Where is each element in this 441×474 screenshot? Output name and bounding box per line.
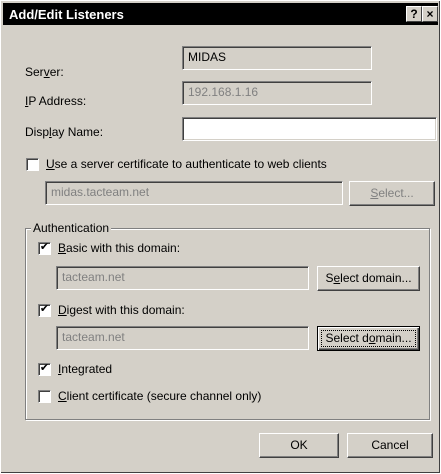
question-mark-icon: ? (410, 7, 418, 21)
basic-auth-label: Basic with this domain: (58, 241, 181, 255)
dialog-window: Add/Edit Listeners ? × Server: MIDAS IP … (0, 0, 441, 474)
integrated-auth-label: Integrated (58, 362, 113, 376)
server-certificate-checkbox[interactable] (26, 158, 39, 171)
server-label: Server: (25, 65, 64, 79)
client-certificate-label: Client certificate (secure channel only) (58, 389, 262, 403)
help-button[interactable]: ? (406, 6, 422, 22)
title-bar[interactable]: Add/Edit Listeners ? × (3, 3, 438, 25)
display-name-input[interactable] (182, 117, 437, 141)
select-certificate-button[interactable]: Select... (349, 181, 435, 206)
integrated-auth-checkbox[interactable]: ✔ (38, 362, 51, 376)
digest-auth-checkbox[interactable]: ✔ (38, 303, 51, 317)
digest-domain-field: tacteam.net (56, 326, 309, 350)
digest-auth-label: Digest with this domain: (58, 303, 185, 317)
server-field: MIDAS (182, 46, 372, 70)
basic-auth-checkbox[interactable]: ✔ (38, 241, 51, 255)
focus-ring (321, 330, 416, 347)
authentication-group-title: Authentication (31, 221, 112, 235)
ip-address-label: IP Address: (25, 94, 87, 108)
close-icon: × (426, 7, 434, 21)
client-certificate-checkbox[interactable] (38, 390, 51, 403)
basic-select-domain-button[interactable]: Select domain... (317, 266, 420, 291)
certificate-name-field: midas.tacteam.net (45, 181, 343, 205)
digest-select-domain-button[interactable]: Select domain... (317, 326, 420, 351)
ok-button[interactable]: OK (259, 433, 339, 458)
checkmark-icon: ✔ (39, 303, 50, 315)
checkmark-icon: ✔ (39, 362, 50, 374)
dialog-title: Add/Edit Listeners (9, 7, 124, 22)
server-certificate-label: Use a server certificate to authenticate… (46, 157, 327, 171)
cancel-button[interactable]: Cancel (347, 433, 433, 458)
display-name-label: Display Name: (25, 125, 104, 139)
checkmark-icon: ✔ (39, 241, 50, 253)
basic-domain-field: tacteam.net (56, 266, 309, 290)
close-button[interactable]: × (422, 6, 438, 22)
ip-address-field: 192.168.1.16 (182, 81, 372, 105)
